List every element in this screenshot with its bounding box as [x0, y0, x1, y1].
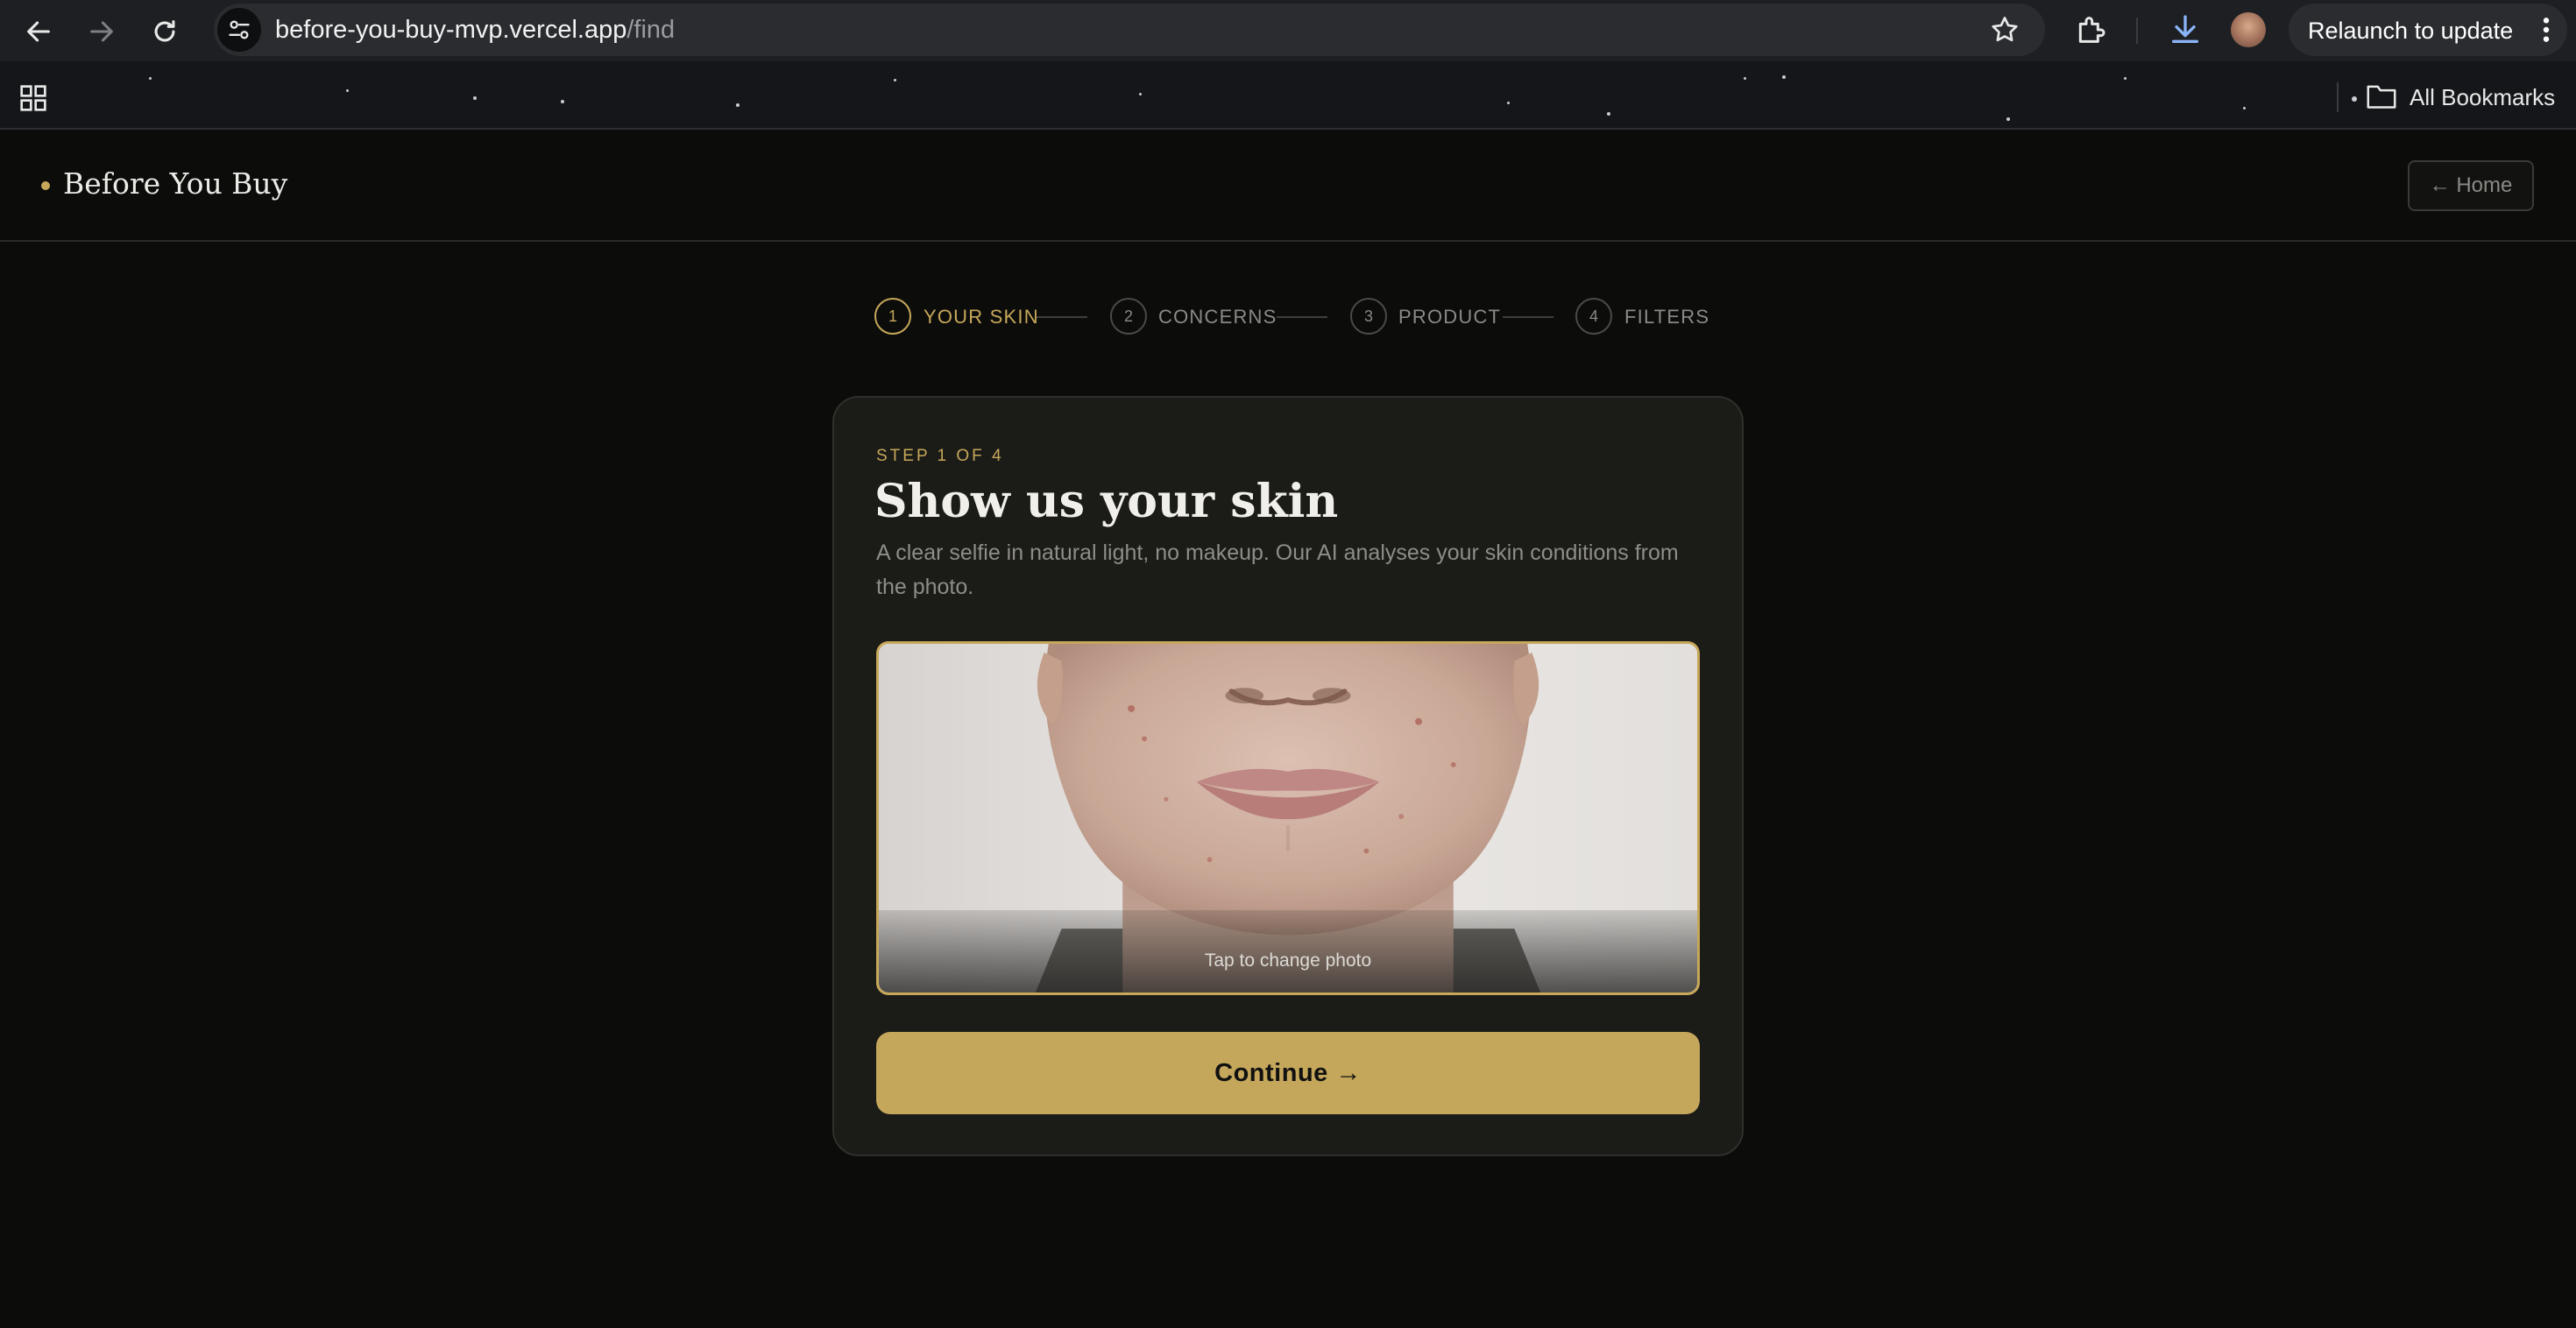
change-photo-caption[interactable]: Tap to change photo: [879, 950, 1697, 971]
download-icon[interactable]: [2168, 12, 2203, 47]
star-dot: [1782, 75, 1786, 79]
url-host: before-you-buy-mvp.vercel.app: [275, 16, 627, 44]
star-dot: [2243, 107, 2246, 109]
step-connector: [1277, 316, 1327, 318]
star-dot: [149, 77, 152, 80]
step-2-label: CONCERNS: [1158, 306, 1277, 328]
step-1-label: YOUR SKIN: [924, 306, 1039, 328]
arrow-right-icon: [90, 21, 113, 42]
star-dot: [2006, 117, 2010, 121]
app-header: Before You Buy ← Home: [0, 131, 2576, 242]
reload-icon: [154, 20, 175, 42]
url-path: /find: [626, 16, 676, 44]
star-dot: [1507, 102, 1510, 104]
back-button[interactable]: [16, 9, 61, 54]
step-1-number: 1: [874, 298, 911, 335]
continue-button[interactable]: Continue →: [876, 1032, 1700, 1114]
brand-dot-icon: [41, 181, 50, 190]
selfie-photo-upload[interactable]: Tap to change photo: [876, 641, 1700, 995]
star-dot: [346, 89, 349, 92]
more-vert-icon: [2543, 18, 2550, 42]
card-title: Show us your skin: [874, 475, 1339, 528]
address-bar[interactable]: before-you-buy-mvp.vercel.app/find: [214, 4, 2045, 56]
step-3-label: PRODUCT: [1398, 306, 1502, 328]
skin-step-card: STEP 1 OF 4 Show us your skin A clear se…: [832, 396, 1744, 1156]
bookmarks-bar: All Bookmarks: [0, 61, 2576, 130]
star-dot: [2124, 77, 2127, 80]
reload-button[interactable]: [142, 9, 188, 54]
browser-toolbar: before-you-buy-mvp.vercel.app/find Relau…: [0, 0, 2576, 61]
card-description: A clear selfie in natural light, no make…: [876, 540, 1679, 599]
step-4-number: 4: [1575, 298, 1612, 335]
home-button[interactable]: ← Home: [2408, 160, 2534, 211]
site-settings-icon[interactable]: [217, 8, 261, 52]
star-dot: [473, 96, 477, 100]
folder-icon[interactable]: [2366, 82, 2397, 110]
apps-grid-icon[interactable]: [19, 84, 47, 112]
bookmarks-separator: [2337, 82, 2339, 112]
step-eyebrow: STEP 1 OF 4: [876, 447, 1004, 465]
all-bookmarks-link[interactable]: All Bookmarks: [2410, 84, 2555, 111]
star-dot: [1607, 112, 1610, 116]
progress-stepper: 1 YOUR SKIN 2 CONCERNS 3 PRODUCT 4 FILTE…: [0, 296, 2576, 338]
relaunch-button[interactable]: Relaunch to update: [2289, 4, 2567, 56]
step-2-number: 2: [1110, 298, 1147, 335]
step-4-label: FILTERS: [1624, 306, 1710, 328]
star-dot: [736, 103, 740, 107]
forward-button[interactable]: [79, 9, 124, 54]
star-dot: [561, 100, 564, 103]
star-dot: [1139, 93, 1142, 95]
relaunch-label: Relaunch to update: [2308, 18, 2514, 44]
star-dot: [894, 79, 896, 81]
star-dot: [1744, 77, 1746, 80]
arrow-left-icon: [27, 21, 50, 42]
url-text[interactable]: before-you-buy-mvp.vercel.app/find: [275, 16, 675, 45]
bookmarks-dot: [2352, 96, 2357, 102]
step-connector: [1037, 316, 1087, 318]
step-3-number: 3: [1350, 298, 1387, 335]
brand-logo-text[interactable]: Before You Buy: [63, 166, 287, 201]
extensions-icon[interactable]: [2073, 12, 2108, 47]
profile-avatar[interactable]: [2231, 12, 2266, 47]
step-connector: [1503, 316, 1553, 318]
bookmark-star-icon[interactable]: [1989, 14, 2020, 46]
toolbar-divider: [2136, 18, 2138, 44]
